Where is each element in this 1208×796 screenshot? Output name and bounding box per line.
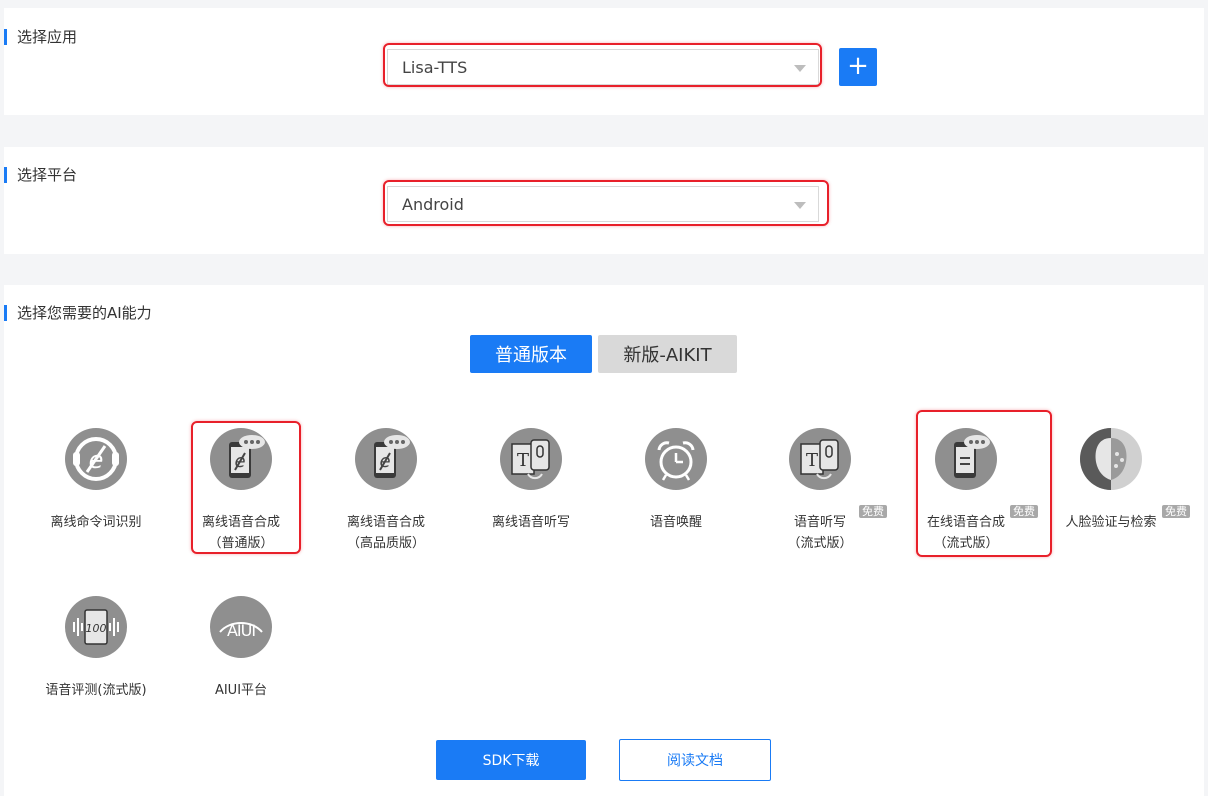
svg-text:100: 100 — [86, 622, 107, 635]
capability-label: 离线语音合成 （普通版） — [201, 515, 280, 551]
offline-command-icon: e — [65, 428, 127, 490]
capability-dictation-stream[interactable]: T 语音听写 （流式版） — [750, 428, 890, 554]
capability-offline-tts[interactable]: e 离线语音合成 （普通版） — [171, 428, 311, 554]
phone-tts-hq-icon: e — [355, 428, 417, 490]
section-title-platform: 选择平台 — [4, 166, 77, 184]
capability-label: 人脸验证与检索 — [1065, 515, 1157, 530]
capability-label: 在线语音合成 （流式版） — [926, 515, 1005, 551]
alarm-clock-icon — [645, 428, 707, 490]
add-app-button[interactable]: + — [839, 48, 877, 86]
free-badge: 免费 — [859, 505, 887, 518]
app-select-panel: 选择应用 Lisa-TTS + — [4, 8, 1204, 115]
capability-label: 离线命令词识别 — [50, 515, 142, 530]
capability-online-tts[interactable]: 在线语音合成 （流式版） — [896, 428, 1036, 554]
capability-label: 语音评测(流式版) — [45, 683, 147, 698]
capability-wakeup[interactable]: 语音唤醒 — [606, 428, 746, 533]
capability-offline-tts-hq[interactable]: e 离线语音合成 （高品质版） — [316, 428, 456, 554]
capability-speech-eval[interactable]: 100 语音评测(流式版) — [26, 596, 166, 701]
chevron-down-icon — [794, 202, 806, 209]
tab-standard[interactable]: 普通版本 — [470, 335, 592, 373]
app-select[interactable]: Lisa-TTS — [387, 49, 819, 85]
dictation-stream-icon: T — [789, 428, 851, 490]
tab-aikit[interactable]: 新版-AIKIT — [598, 335, 737, 373]
chevron-down-icon — [794, 65, 806, 72]
capability-label: 离线语音合成 （高品质版） — [346, 515, 425, 551]
free-badge: 免费 — [1010, 505, 1038, 518]
platform-select-value: Android — [402, 194, 464, 214]
free-badge: 免费 — [1162, 505, 1190, 518]
capability-label: 离线语音听写 — [491, 515, 570, 530]
capability-label: 语音听写 （流式版） — [787, 515, 853, 551]
app-select-value: Lisa-TTS — [402, 57, 468, 77]
ability-panel: 选择您需要的AI能力 普通版本 新版-AIKIT e 离线命令词识别 e — [4, 285, 1204, 796]
platform-select[interactable]: Android — [387, 186, 819, 222]
capability-face-verify[interactable]: 人脸验证与检索 — [1041, 428, 1181, 533]
online-tts-icon — [935, 428, 997, 490]
capability-aiui[interactable]: AIUI AIUI平台 — [171, 596, 311, 701]
capability-label: AIUI平台 — [214, 683, 268, 698]
svg-text:T: T — [517, 450, 529, 471]
capability-label: 语音唤醒 — [649, 515, 702, 530]
face-verify-icon — [1080, 428, 1142, 490]
aiui-icon: AIUI — [210, 596, 272, 658]
speech-eval-icon: 100 — [65, 596, 127, 658]
sdk-download-button[interactable]: SDK下载 — [436, 740, 586, 780]
platform-select-panel: 选择平台 Android — [4, 147, 1204, 254]
capability-offline-command[interactable]: e 离线命令词识别 — [26, 428, 166, 533]
svg-text:AIUI: AIUI — [227, 621, 255, 640]
svg-text:T: T — [806, 450, 818, 471]
capability-offline-dictation[interactable]: T 离线语音听写 — [461, 428, 601, 533]
phone-tts-icon: e — [210, 428, 272, 490]
read-docs-button[interactable]: 阅读文档 — [619, 739, 771, 781]
offline-dictation-icon: T — [500, 428, 562, 490]
section-title-ability: 选择您需要的AI能力 — [4, 304, 152, 322]
section-title-app: 选择应用 — [4, 28, 77, 46]
